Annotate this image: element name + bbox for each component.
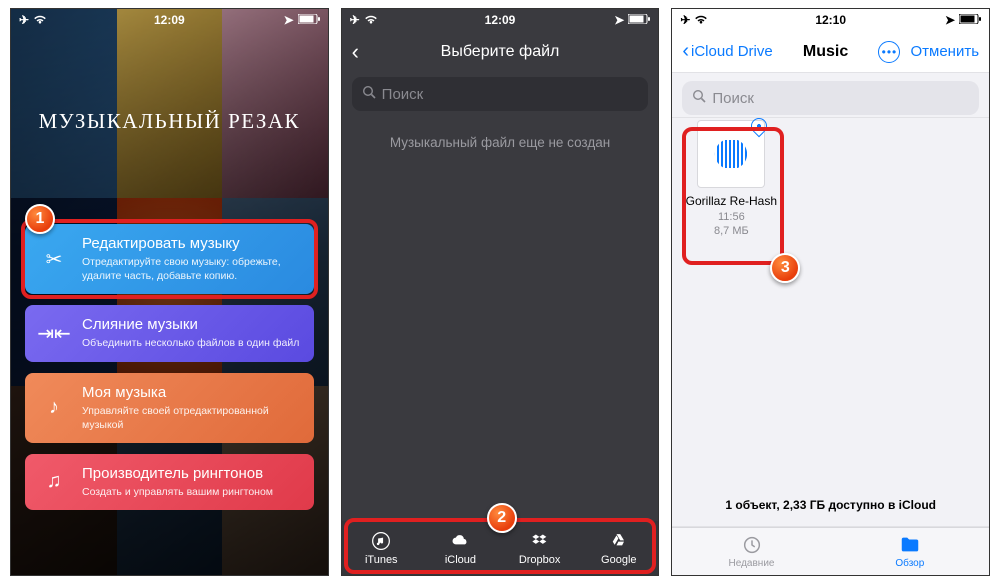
search-input[interactable]: Поиск bbox=[352, 77, 649, 111]
status-bar: ✈ 12:10 ➤ bbox=[672, 9, 989, 31]
tab-bar: Недавние Обзор bbox=[672, 527, 989, 575]
card-title: Производитель рингтонов bbox=[82, 465, 302, 482]
merge-icon: ⇥⇤ bbox=[37, 316, 71, 350]
status-time: 12:09 bbox=[154, 13, 185, 27]
card-title: Слияние музыки bbox=[82, 316, 302, 333]
card-subtitle: Создать и управлять вашим рингтоном bbox=[82, 485, 302, 499]
tab-label: Обзор bbox=[895, 558, 924, 569]
empty-state-text: Музыкальный файл еще не создан bbox=[342, 135, 659, 150]
folder-icon bbox=[899, 534, 921, 556]
card-subtitle: Управляйте своей отредактированной музык… bbox=[82, 404, 302, 432]
badge-1: 1 bbox=[25, 204, 55, 234]
cancel-button[interactable]: Отменить bbox=[910, 43, 979, 60]
nav-bar: ‹ iCloud Drive Music ••• Отменить bbox=[672, 31, 989, 73]
screen-3-files-app: ✈ 12:10 ➤ ‹ iCloud Drive Music ••• Отмен… bbox=[671, 8, 990, 576]
back-button[interactable]: ‹ iCloud Drive bbox=[682, 40, 772, 63]
screen-1-music-cutter: ✈ 12:09 ➤ МУЗЫКАЛЬНЫЙ РЕЗАК ✂ Редактиров… bbox=[10, 8, 329, 576]
ellipsis-icon: ••• bbox=[882, 45, 898, 59]
card-subtitle: Объединить несколько файлов в один файл bbox=[82, 336, 302, 350]
nav-title: Выберите файл bbox=[342, 43, 659, 61]
tab-label: Недавние bbox=[729, 558, 775, 569]
chevron-left-icon: ‹ bbox=[682, 40, 689, 63]
search-input[interactable]: Поиск bbox=[682, 81, 979, 115]
status-bar: ✈ 12:09 ➤ bbox=[11, 9, 328, 31]
highlight-3 bbox=[682, 127, 784, 265]
screen-2-select-file: ✈ 12:09 ➤ ‹ Выберите файл Поиск Музыкаль… bbox=[341, 8, 660, 576]
search-placeholder: Поиск bbox=[382, 86, 424, 103]
tab-recent[interactable]: Недавние bbox=[672, 528, 830, 575]
card-merge-music[interactable]: ⇥⇤ Слияние музыки Объединить несколько ф… bbox=[25, 305, 314, 361]
music-icon: ♪ bbox=[37, 391, 71, 425]
card-ringtone-maker[interactable]: ♫ Производитель рингтонов Создать и упра… bbox=[25, 454, 314, 510]
more-button[interactable]: ••• bbox=[878, 41, 900, 63]
app-title: МУЗЫКАЛЬНЫЙ РЕЗАК bbox=[11, 109, 328, 134]
clock-icon bbox=[741, 534, 763, 556]
back-button[interactable]: ‹ bbox=[352, 39, 359, 65]
search-placeholder: Поиск bbox=[712, 90, 754, 107]
nav-bar: ‹ Выберите файл bbox=[342, 31, 659, 73]
storage-status: 1 объект, 2,33 ГБ доступно в iCloud bbox=[672, 488, 989, 527]
status-bar: ✈ 12:09 ➤ bbox=[342, 9, 659, 31]
search-icon bbox=[362, 85, 376, 103]
card-my-music[interactable]: ♪ Моя музыка Управляйте своей отредактир… bbox=[25, 373, 314, 443]
search-icon bbox=[692, 89, 706, 107]
tab-browse[interactable]: Обзор bbox=[831, 528, 989, 575]
status-time: 12:10 bbox=[815, 13, 846, 27]
back-label: iCloud Drive bbox=[691, 43, 773, 60]
highlight-1 bbox=[21, 219, 318, 299]
nav-title: Music bbox=[803, 43, 848, 61]
badge-2: 2 bbox=[487, 503, 517, 533]
ringtone-icon: ♫ bbox=[37, 465, 71, 499]
card-title: Моя музыка bbox=[82, 384, 302, 401]
status-time: 12:09 bbox=[485, 13, 516, 27]
